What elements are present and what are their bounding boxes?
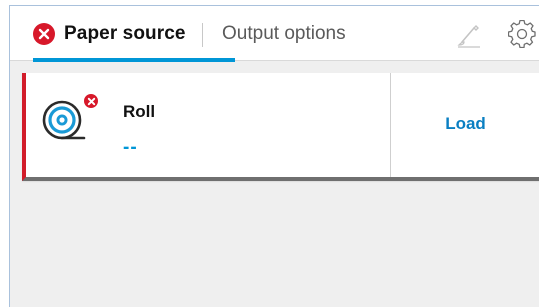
roll-error-icon xyxy=(82,92,100,110)
tab-divider xyxy=(202,23,203,47)
brush-icon[interactable] xyxy=(456,22,482,48)
load-button[interactable]: Load xyxy=(391,73,539,177)
roll-card: Roll -- Load xyxy=(22,73,539,181)
tab-output-options[interactable]: Output options xyxy=(213,6,373,61)
gear-icon[interactable] xyxy=(508,20,536,48)
printer-panel: Paper source Output options Roll -- Load xyxy=(9,5,539,307)
tab-bar: Paper source Output options xyxy=(10,6,539,62)
roll-value: -- xyxy=(123,137,138,158)
roll-name: Roll xyxy=(123,102,156,121)
tab-paper-source-label: Paper source xyxy=(64,22,186,44)
active-tab-indicator xyxy=(33,58,235,62)
error-x-icon xyxy=(33,22,55,45)
tab-output-options-label: Output options xyxy=(222,22,346,44)
tab-paper-source[interactable]: Paper source xyxy=(33,6,235,62)
